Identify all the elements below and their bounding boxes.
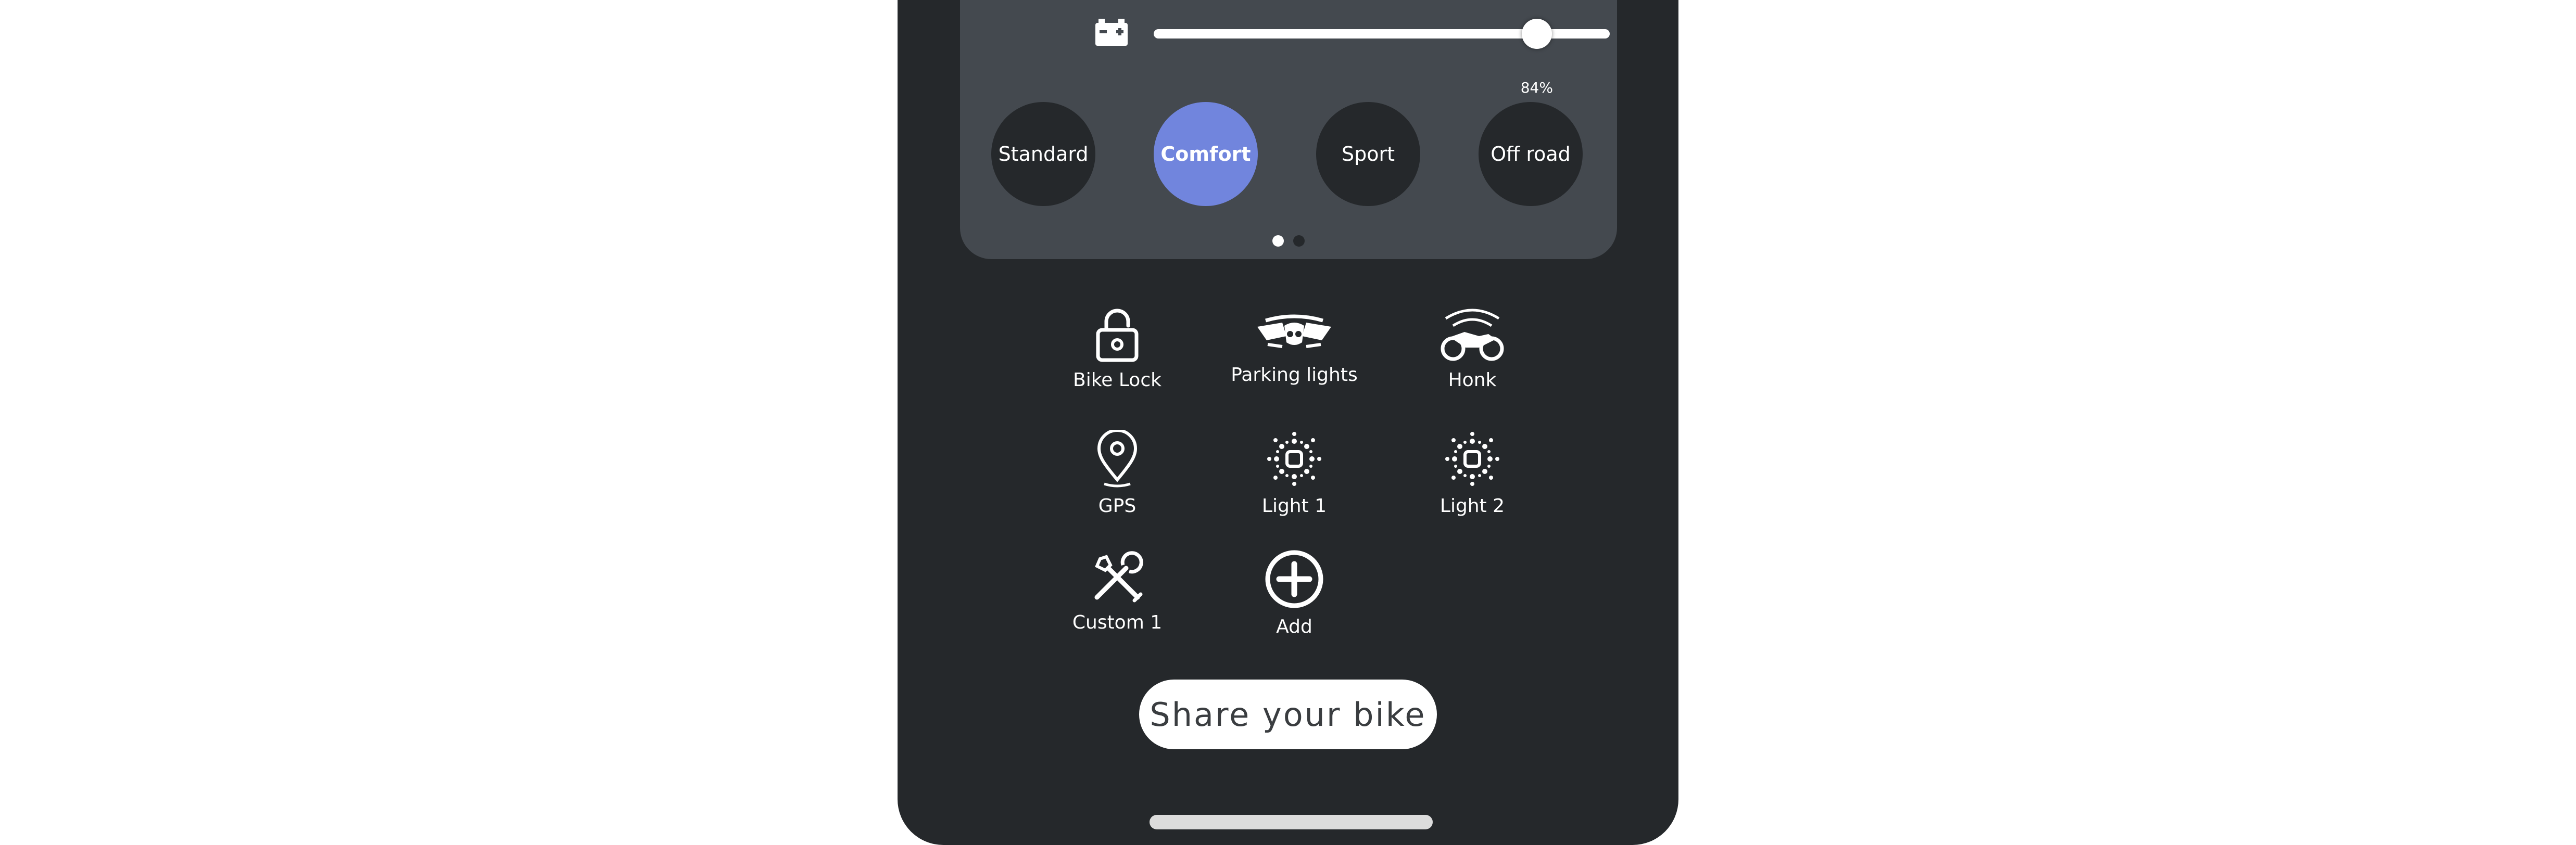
parking-lights-icon	[1257, 314, 1331, 348]
action-label: GPS	[1098, 495, 1137, 517]
home-indicator[interactable]	[1150, 815, 1433, 829]
phone-screen: 84% Standard Comfort Sport Off road Bike…	[898, 0, 1678, 845]
honk-button[interactable]: Honk	[1384, 305, 1561, 391]
share-bike-button[interactable]: Share your bike	[1139, 680, 1437, 749]
ride-mode-card: 84% Standard Comfort Sport Off road	[960, 0, 1617, 259]
gps-button[interactable]: GPS	[1029, 430, 1206, 517]
light-icon	[1445, 432, 1499, 486]
mode-sport-button[interactable]: Sport	[1316, 102, 1420, 206]
action-label: Bike Lock	[1073, 369, 1161, 391]
battery-percentage: 84%	[1520, 79, 1553, 96]
battery-level-slider[interactable]: 84%	[1154, 19, 1610, 96]
battery-slider-thumb[interactable]	[1521, 19, 1552, 49]
battery-icon	[1095, 19, 1128, 46]
add-button[interactable]: Add	[1206, 549, 1383, 637]
light-icon	[1267, 432, 1321, 486]
mode-off-road-button[interactable]: Off road	[1479, 102, 1583, 206]
custom-1-button[interactable]: Custom 1	[1029, 549, 1206, 633]
action-label: Custom 1	[1072, 612, 1163, 633]
tools-icon	[1094, 551, 1143, 603]
action-label: Add	[1276, 616, 1312, 637]
bike-lock-button[interactable]: Bike Lock	[1029, 307, 1206, 391]
action-label: Light 2	[1439, 495, 1505, 517]
parking-lights-button[interactable]: Parking lights	[1206, 310, 1383, 386]
mode-label: Sport	[1341, 143, 1395, 165]
location-pin-icon	[1097, 430, 1138, 488]
mode-label: Standard	[998, 143, 1089, 165]
mode-standard-button[interactable]: Standard	[991, 102, 1095, 206]
action-label: Parking lights	[1231, 364, 1358, 386]
action-label: Honk	[1448, 369, 1497, 391]
light-1-button[interactable]: Light 1	[1206, 430, 1383, 517]
honk-icon	[1441, 309, 1504, 361]
mode-label: Comfort	[1160, 143, 1251, 165]
lock-icon	[1096, 309, 1139, 362]
light-2-button[interactable]: Light 2	[1384, 430, 1561, 517]
add-circle-icon	[1265, 550, 1323, 608]
mode-label: Off road	[1491, 143, 1571, 165]
mode-comfort-button[interactable]: Comfort	[1154, 102, 1258, 206]
page-dot[interactable]	[1293, 235, 1305, 247]
page-dot-active[interactable]	[1272, 235, 1284, 247]
action-label: Light 1	[1261, 495, 1327, 517]
